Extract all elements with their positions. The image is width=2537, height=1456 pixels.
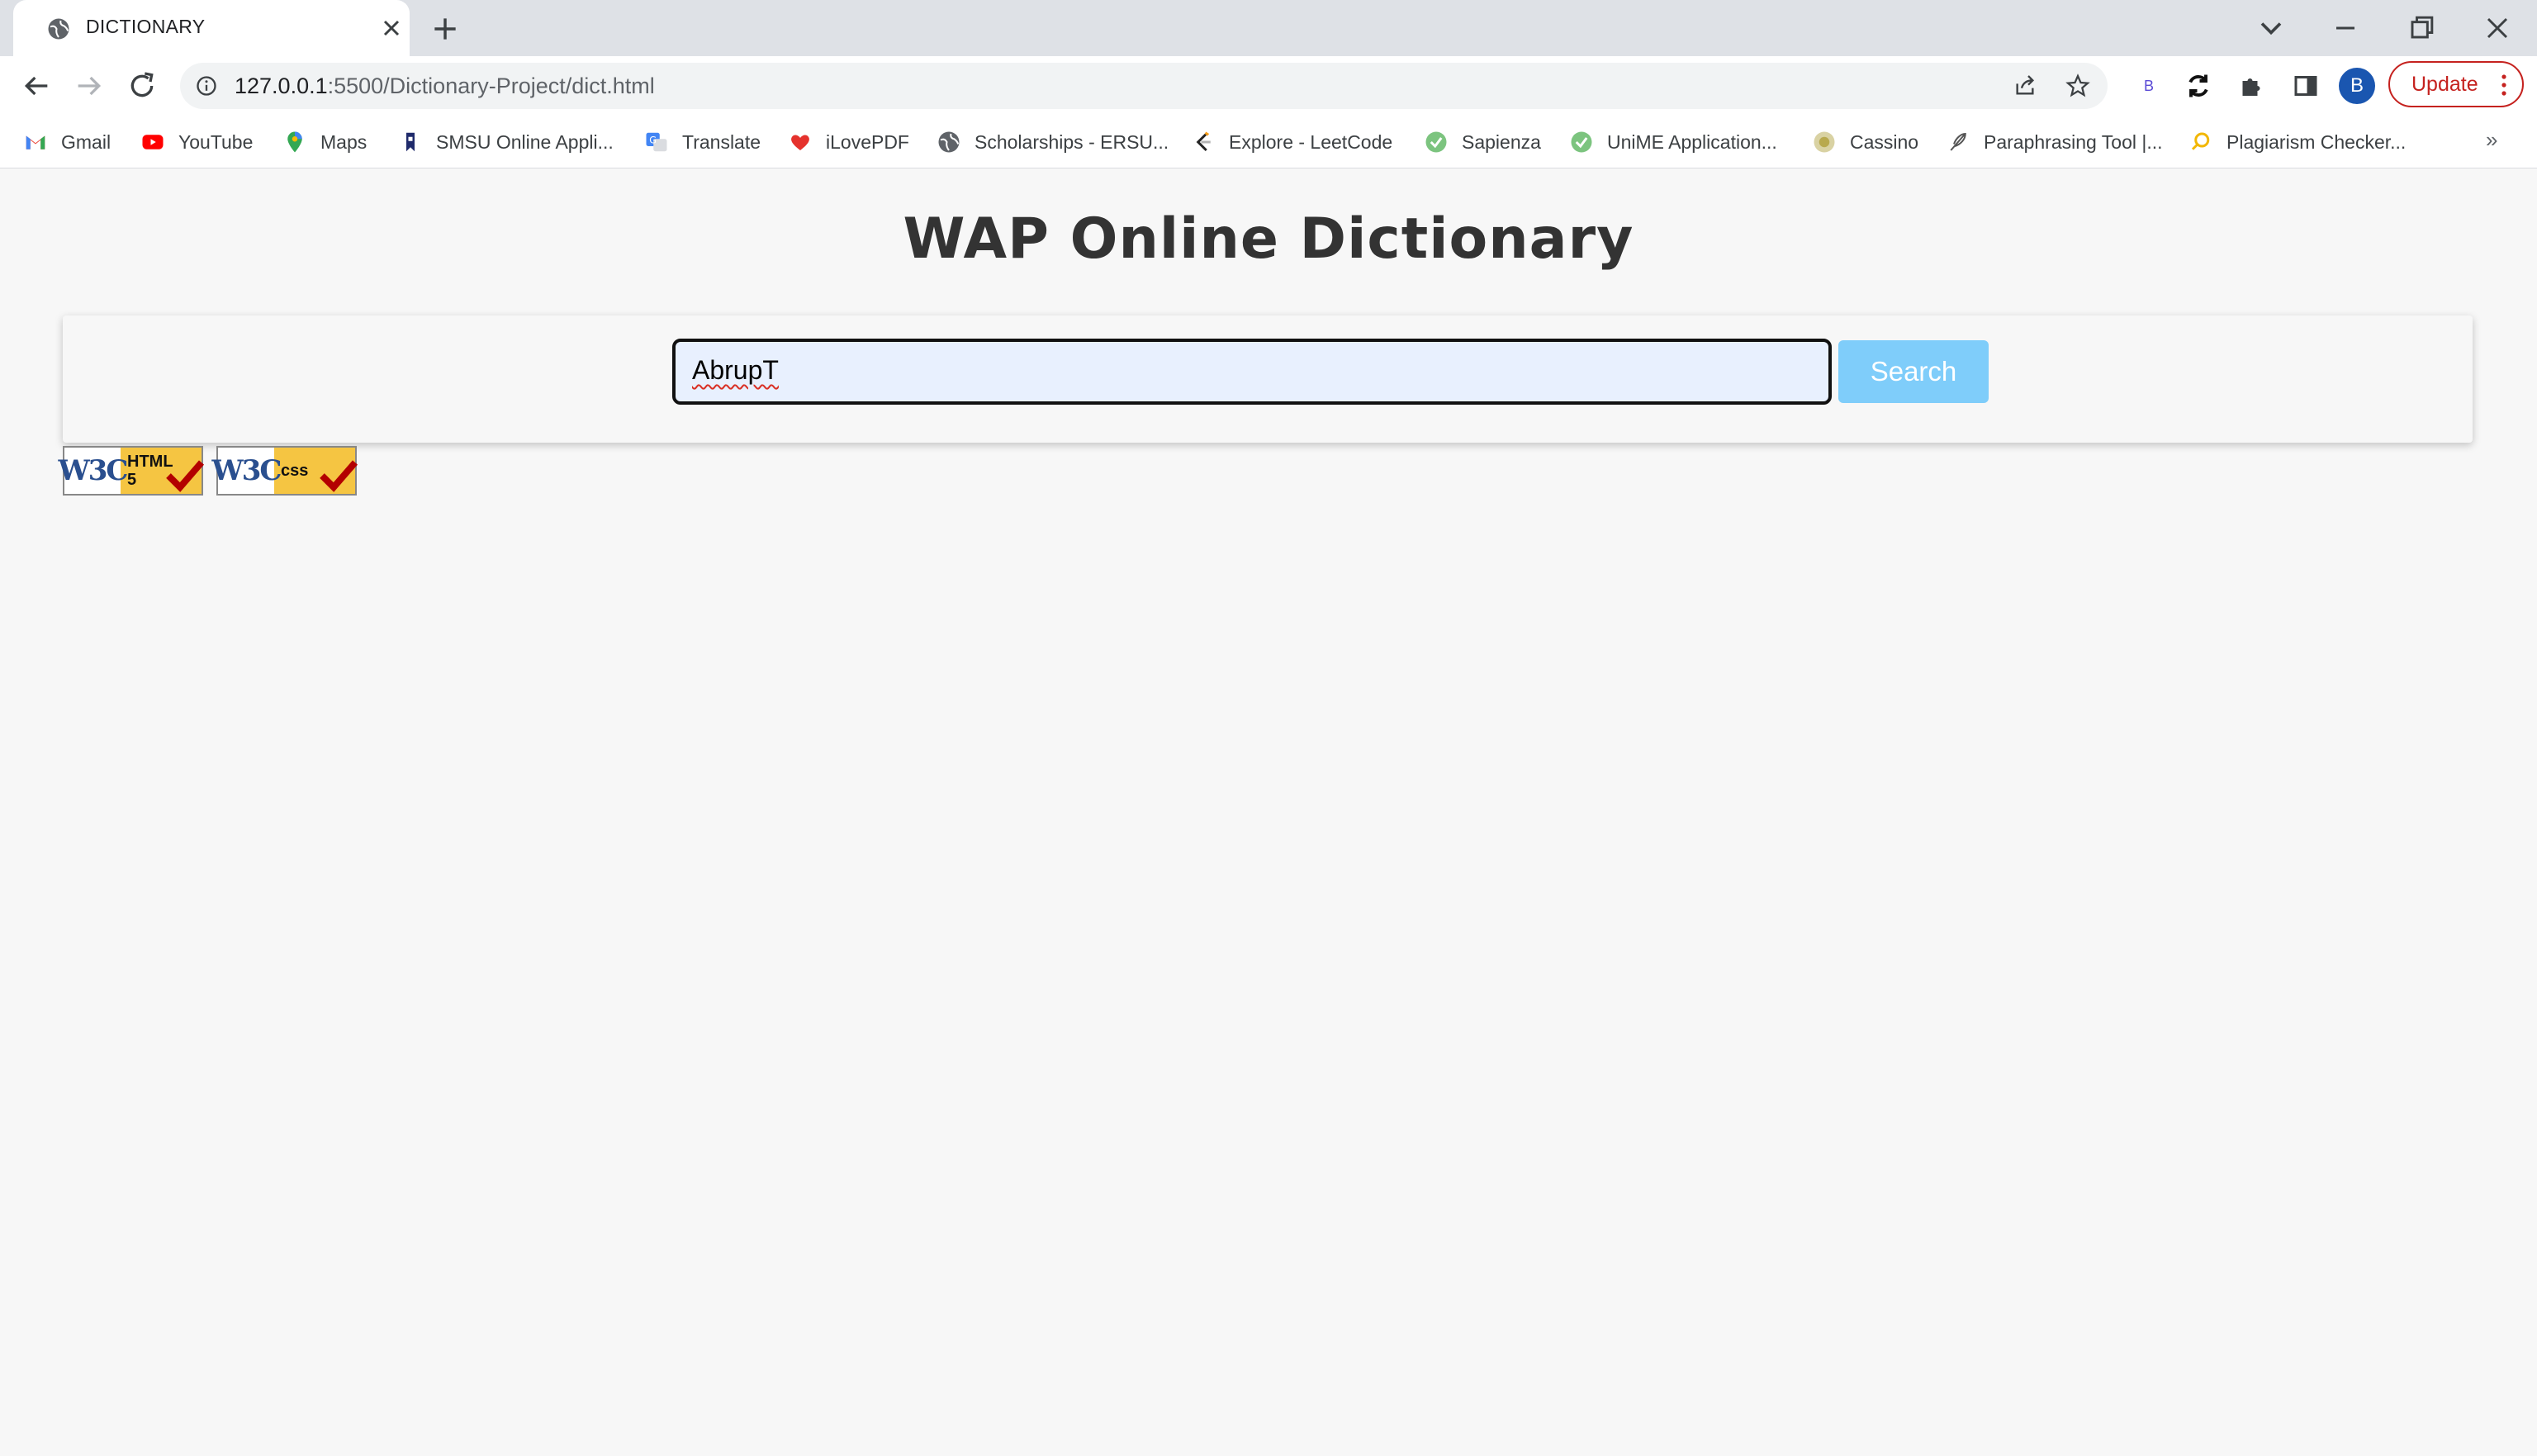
bookmark-icon xyxy=(406,132,415,152)
seal-icon xyxy=(1814,131,1835,153)
update-button[interactable]: Update xyxy=(2388,61,2524,107)
restore-icon[interactable] xyxy=(2403,10,2440,46)
bookmark-translate[interactable]: G Translate xyxy=(644,116,761,168)
minimize-icon[interactable] xyxy=(2327,10,2364,46)
heart-icon xyxy=(791,135,809,150)
check-circle-icon xyxy=(1425,131,1447,153)
check-circle-icon xyxy=(1571,131,1592,153)
reload-icon[interactable] xyxy=(126,69,159,102)
gmail-icon xyxy=(26,135,45,149)
bookmark-plagiarism[interactable]: Plagiarism Checker... xyxy=(2188,116,2406,168)
search-input[interactable] xyxy=(672,339,1832,405)
globe-icon xyxy=(48,18,69,40)
leetcode-icon xyxy=(1196,131,1211,152)
w3c-css-badge[interactable]: W3C css xyxy=(212,446,358,496)
search-panel: AbrupT Search xyxy=(63,315,2473,443)
update-label: Update xyxy=(2411,72,2478,96)
svg-text:G: G xyxy=(649,135,657,145)
browser-tab[interactable]: DICTIONARY xyxy=(13,0,410,56)
bookmark-maps[interactable]: Maps xyxy=(282,116,367,168)
new-tab-button[interactable] xyxy=(429,13,461,45)
bookmark-cassino[interactable]: Cassino xyxy=(1812,116,1918,168)
close-icon[interactable] xyxy=(378,15,405,41)
tab-search-icon[interactable] xyxy=(2253,10,2289,46)
extension-b-icon[interactable]: B xyxy=(2134,71,2164,101)
close-window-icon[interactable] xyxy=(2479,10,2516,46)
search-icon xyxy=(2191,132,2210,150)
profile-avatar[interactable]: B xyxy=(2339,68,2375,104)
page-title: WAP Online Dictionary xyxy=(903,206,1634,272)
bookmarks-bar: Gmail YouTube Maps SMSU Online Appli... … xyxy=(0,116,2537,168)
bookmark-gmail[interactable]: Gmail xyxy=(23,116,111,168)
search-input-value: AbrupT xyxy=(692,355,779,385)
w3c-html5-badge[interactable]: W3C HTML 5 xyxy=(59,446,205,496)
share-icon[interactable] xyxy=(2012,73,2038,99)
address-bar[interactable]: 127.0.0.1:5500/Dictionary-Project/dict.h… xyxy=(180,63,2108,109)
globe-icon xyxy=(938,131,960,153)
back-icon[interactable] xyxy=(20,69,53,102)
bookmark-smsu[interactable]: SMSU Online Appli... xyxy=(398,116,614,168)
bookmark-unime[interactable]: UniME Application... xyxy=(1569,116,1777,168)
tab-title: DICTIONARY xyxy=(86,16,206,37)
maps-icon xyxy=(287,131,302,153)
side-panel-icon[interactable] xyxy=(2291,71,2321,101)
youtube-icon xyxy=(142,135,164,149)
url-text[interactable]: 127.0.0.1:5500/Dictionary-Project/dict.h… xyxy=(235,74,655,99)
search-button[interactable]: Search xyxy=(1838,340,1989,403)
tab-strip: DICTIONARY xyxy=(0,0,2537,56)
bookmark-star-icon[interactable] xyxy=(2065,73,2091,99)
bookmark-ilovepdf[interactable]: iLovePDF xyxy=(788,116,909,168)
info-icon[interactable] xyxy=(195,74,218,97)
extensions-puzzle-icon[interactable] xyxy=(2236,71,2266,101)
checkmark-icon xyxy=(320,460,358,492)
forward-icon[interactable] xyxy=(73,69,106,102)
checkmark-icon xyxy=(166,460,205,492)
translate-icon: G xyxy=(646,132,667,152)
more-bookmarks-button[interactable]: » xyxy=(2486,127,2497,153)
feather-icon xyxy=(1950,132,1966,151)
bookmark-sapienza[interactable]: Sapienza xyxy=(1424,116,1541,168)
more-menu-icon xyxy=(2501,74,2506,96)
bookmark-paraphrasing[interactable]: Paraphrasing Tool |... xyxy=(1946,116,2163,168)
sync-extension-icon[interactable] xyxy=(2184,71,2213,101)
bookmark-leetcode[interactable]: Explore - LeetCode xyxy=(1191,116,1392,168)
bookmark-scholarships[interactable]: Scholarships - ERSU... xyxy=(937,116,1169,168)
bookmark-youtube[interactable]: YouTube xyxy=(140,116,253,168)
